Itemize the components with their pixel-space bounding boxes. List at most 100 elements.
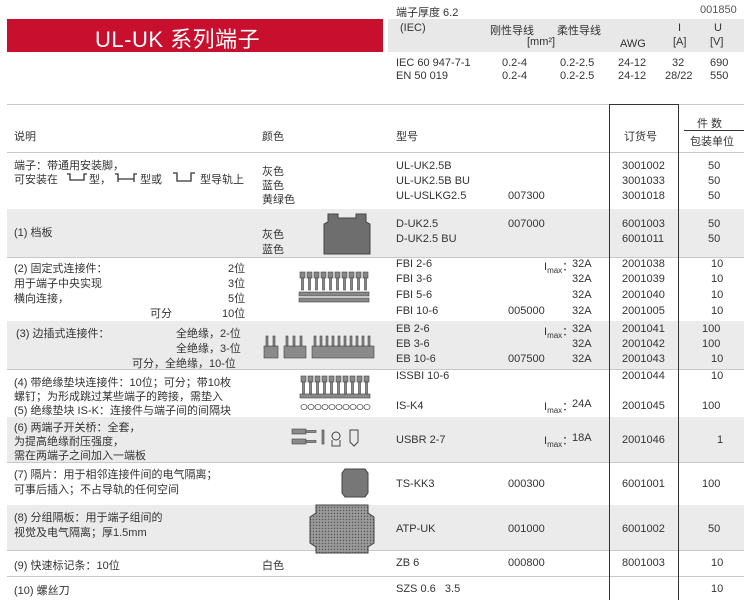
spec-i-unit: [A] [673,36,687,48]
row-current: 32A [572,258,592,270]
imax-label: Imax： [544,326,574,341]
col-header-pack-unit: 包装单位 [690,136,734,148]
row-qty: 50 [708,233,721,245]
switch-bridge-icon [291,428,359,447]
spec-std: EN 50 019 [396,70,448,82]
spec-u-header: U [714,22,722,34]
row-model: UL-USLKG2.5 [396,190,467,202]
row-model-code: 007000 [508,218,545,230]
row-order: 2001005 [622,305,665,317]
row-desc: (10) 螺丝刀 [14,585,70,597]
row-order: 2001044 [622,370,665,382]
page-code: 001850 [700,4,737,16]
row-model: UL-UK2.5B [396,160,452,172]
spec-i-header: I [678,22,682,34]
row-current: 24A [572,398,592,410]
qty-header-underline [684,130,744,131]
row-desc: (3) 边插式连接件： [16,328,110,340]
row-desc: 用于端子中央实现 [14,278,102,290]
spec-std: IEC 60 947-7-1 [396,57,471,69]
row-desc: (7) 隔片：用于相邻连接件间的电气隔离； [14,469,218,481]
end-plate-icon [323,213,371,255]
row-current: 32A [572,305,592,317]
row-current: 18A [572,432,592,444]
thickness-label: 端子厚度 6.2 [396,7,459,19]
row-qty: 1 [717,434,724,446]
row-qty: 10 [711,370,724,382]
row-desc: 型导轨上 [200,174,244,186]
row-desc: 横向连接， [14,293,69,305]
spec-u: 550 [710,70,729,82]
title-banner: UL-UK 系列端子 [7,19,383,52]
rail-profile-icon [115,173,137,182]
row-model-code: 005000 [508,305,545,317]
spec-unit-header: [mm²] [527,36,556,48]
row-model-code: 001000 [508,523,545,535]
row-current: 32A [572,323,592,335]
row-model: UL-UK2.5B BU [396,175,470,187]
row-color: 灰色 [262,229,284,241]
row-order: 2001038 [622,258,665,270]
row-order: 2001041 [622,323,665,335]
imax-label: Imax： [544,261,574,276]
row-model-code: 007500 [508,353,545,365]
spec-awg: 24-12 [618,57,647,69]
row-color: 蓝色 [262,244,284,256]
row-order: 3001002 [622,160,665,172]
row-desc: 可安装在 [14,174,58,186]
row-current: 32A [572,338,592,350]
row-order: 2001040 [622,289,665,301]
row-qty: 50 [708,160,721,172]
page-title: UL-UK 系列端子 [95,27,261,52]
row-position: 5位 [228,293,246,305]
row-current: 32A [572,289,592,301]
row-desc: 型或 [140,174,162,186]
row-qty: 10 [711,305,724,317]
col-header-qty: 件 数 [697,118,723,130]
row-order: 3001033 [622,175,665,187]
spec-flexible-header: 柔性导线 [557,25,601,37]
spec-flexible: 0.2-2.5 [560,70,595,82]
row-order: 2001045 [622,400,665,412]
spec-awg-header: AWG [620,38,646,50]
row-model: D-UK2.5 BU [396,233,457,245]
row-model: USBR 2-7 [396,434,446,446]
row-desc: (9) 快速标记条：10位 [14,560,120,572]
row-model: SZS 0.6 3.5 [396,583,461,595]
row-qty: 10 [711,557,724,569]
row-desc: 需在两端子之间加入一端板 [14,450,146,462]
col-header-color: 颜色 [262,131,284,143]
row-model: FBI 3-6 [396,273,433,285]
row-color: 白色 [262,560,284,572]
edge-bridge-icon [263,335,375,359]
row-desc: 可分，全绝缘，10-位 [132,358,236,370]
rail-profile-icon [67,173,87,181]
row-desc: 可事后插入；不占导轨的任何空间 [14,484,179,496]
row-desc: 可分 [150,308,172,320]
row-color: 黄绿色 [262,194,295,206]
row-desc: (1) 档板 [14,227,53,239]
row-model: FBI 10-6 [396,305,439,317]
row-model: FBI 2-6 [396,258,433,270]
row-qty: 10 [711,583,724,595]
row-model: EB 2-6 [396,323,430,335]
row-model: IS-K4 [396,400,424,412]
col-header-model: 型号 [396,131,418,143]
spec-iec-header: (IEC) [400,22,426,34]
row-qty: 10 [711,273,724,285]
row-model-code: 000300 [508,478,545,490]
row-order: 2001043 [622,353,665,365]
row-position: 10位 [222,308,246,320]
row-current: 32A [572,273,592,285]
row-desc: 视觉及电气隔离；厚1.5mm [14,527,147,539]
row-desc: 型， [89,174,111,186]
row-order: 6001002 [622,523,665,535]
row-qty: 50 [708,175,721,187]
spec-rigid: 0.2-4 [502,70,528,82]
row-position: 2位 [228,263,246,275]
row-qty: 50 [708,190,721,202]
row-order: 2001042 [622,338,665,350]
insulated-bridge-icon [299,375,371,410]
col-header-desc: 说明 [14,131,36,143]
row-desc: 全绝缘，2-位 [176,328,241,340]
